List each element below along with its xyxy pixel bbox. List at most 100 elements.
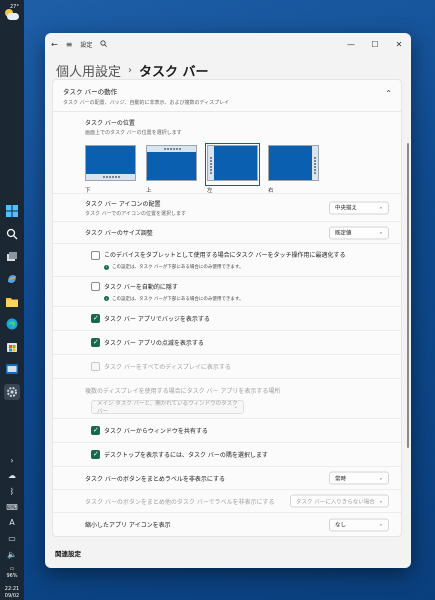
- icon-alignment-dropdown[interactable]: 中央揃え ⌄: [329, 201, 389, 214]
- flashing-checkbox[interactable]: [91, 338, 100, 347]
- icon-alignment-value: 中央揃え: [335, 205, 358, 212]
- badges-row: タスク バー アプリでバッジを表示する: [53, 307, 401, 331]
- start-button[interactable]: [4, 204, 20, 220]
- edge-icon[interactable]: [4, 316, 20, 332]
- autohide-info-text: この設定は、タスク バーが下部にある場合にのみ使用できます。: [112, 296, 244, 302]
- chevron-down-icon: ⌄: [233, 404, 238, 410]
- keyboard-icon[interactable]: ⌨: [5, 501, 19, 513]
- chevron-up-icon[interactable]: ›: [5, 454, 19, 466]
- file-explorer-icon[interactable]: [4, 294, 20, 310]
- taskbar-position-row: タスク バーの位置 画面上でのタスク バーの位置を選択します 下 上 左 右: [53, 112, 401, 194]
- flashing-label[interactable]: タスク バー アプリの点滅を表示する: [91, 338, 391, 347]
- chevron-up-icon[interactable]: ⌃: [385, 89, 392, 98]
- position-option-top[interactable]: 上: [146, 145, 197, 194]
- multi-display-label: 複数のディスプレイを使用する場合にタスク バー アプリを表示する場所: [85, 388, 281, 395]
- vertical-scrollbar[interactable]: [407, 143, 409, 448]
- badges-label[interactable]: タスク バー アプリでバッジを表示する: [91, 314, 391, 323]
- cloud-icon: [7, 13, 19, 20]
- settings-icon[interactable]: [4, 384, 20, 400]
- icon-alignment-row: タスク バー アイコンの配置 タスク バーでのアイコンの位置を選択します 中央揃…: [53, 194, 401, 222]
- ime-icon[interactable]: A: [5, 517, 19, 529]
- taskbar-size-value: 既定値: [335, 230, 352, 237]
- tablet-optimize-info-text: この設定は、タスク バーが下部にある場合にのみ使用できます。: [112, 265, 244, 270]
- all-displays-label[interactable]: タスク バーをすべてのディスプレイに表示する: [91, 362, 391, 371]
- share-window-label[interactable]: タスク バーからウィンドウを共有する: [91, 426, 391, 435]
- chevron-down-icon: ⌄: [378, 229, 383, 236]
- combine-buttons-row: タスク バーのボタンをまとめラベルを非表示にする 常時 ⌄: [53, 467, 401, 490]
- share-window-checkbox[interactable]: [91, 426, 100, 435]
- badges-checkbox[interactable]: [91, 314, 100, 323]
- all-displays-checkbox[interactable]: [91, 362, 100, 371]
- chevron-down-icon: ⌄: [378, 475, 383, 481]
- taskbar-size-row: タスク バーのサイズ調整 既定値 ⌄: [53, 222, 401, 244]
- position-option-bottom[interactable]: 下: [85, 145, 136, 194]
- settings-window: ← ≡ 設定 — ☐ ✕ 個人用設定 › タスク バー タスク バーの動作 タス…: [45, 33, 411, 568]
- desktop-corner-label[interactable]: デスクトップを表示するには、タスク バーの隅を選択します: [91, 450, 391, 459]
- search-icon[interactable]: [100, 39, 108, 49]
- search-icon[interactable]: [4, 226, 20, 242]
- multi-display-row: 複数のディスプレイを使用する場合にタスク バー アプリを表示する場所 メイン タ…: [53, 379, 401, 419]
- combine-buttons-dropdown[interactable]: 常時 ⌄: [329, 471, 389, 485]
- menu-icon[interactable]: ≡: [66, 40, 73, 49]
- breadcrumb-separator: ›: [128, 65, 133, 76]
- battery-indicator[interactable]: ▭ 96%: [6, 566, 17, 580]
- combine-other-row: タスク バーのボタンをまとめ他のタスク バーでラベルを非表示にする タスク バー…: [53, 490, 401, 513]
- position-label-right: 右: [268, 188, 274, 194]
- taskbar-size-dropdown[interactable]: 既定値 ⌄: [329, 226, 389, 239]
- small-icons-row: 縮小したアプリ アイコンを表示 なし ⌄: [53, 513, 401, 536]
- cloud-sync-icon[interactable]: ☁: [5, 470, 19, 482]
- desktop-corner-checkbox[interactable]: [91, 450, 100, 459]
- tablet-optimize-checkbox[interactable]: [91, 251, 100, 260]
- position-option-left[interactable]: 左: [205, 143, 260, 194]
- weather-widget[interactable]: 27°: [2, 4, 22, 25]
- position-label-bottom: 下: [85, 188, 91, 194]
- multi-display-value: メイン タスク バーと、開かれているウィンドウのタスク バー: [97, 401, 238, 415]
- info-icon: i: [104, 264, 109, 270]
- weather-temp: 27°: [10, 4, 19, 10]
- tablet-optimize-row: このデバイスをタブレットとして使用する場合にタスク バーをタッチ操作用に最適化す…: [53, 244, 401, 277]
- clock[interactable]: 22:21 09/02: [5, 586, 19, 600]
- breadcrumb-parent[interactable]: 個人用設定: [56, 61, 121, 80]
- desktop-corner-row: デスクトップを表示するには、タスク バーの隅を選択します: [53, 443, 401, 467]
- autohide-checkbox[interactable]: [91, 282, 100, 291]
- minimize-button[interactable]: —: [339, 33, 363, 55]
- small-icons-dropdown[interactable]: なし ⌄: [329, 518, 389, 531]
- outlook-icon[interactable]: [4, 362, 20, 378]
- window-title: 設定: [80, 41, 93, 49]
- bluetooth-icon[interactable]: ᛒ: [5, 486, 19, 498]
- autohide-info: i この設定は、タスク バーが下部にある場合にのみ使用できます。: [91, 296, 391, 302]
- tablet-optimize-info: i この設定は、タスク バーが下部にある場合にのみ使用できます。: [91, 264, 391, 270]
- autohide-row: タスク バーを自動的に隠す i この設定は、タスク バーが下部にある場合にのみ使…: [53, 277, 401, 307]
- volume-icon[interactable]: 🔈: [5, 548, 19, 560]
- chevron-down-icon: ⌄: [378, 521, 383, 528]
- store-icon[interactable]: [4, 339, 20, 355]
- clock-time: 22:21: [4, 585, 20, 592]
- back-arrow-icon[interactable]: ←: [51, 40, 58, 49]
- combine-buttons-value: 常時: [335, 476, 347, 482]
- flashing-row: タスク バー アプリの点滅を表示する: [53, 331, 401, 355]
- task-view-icon[interactable]: [4, 249, 20, 265]
- network-icon[interactable]: ▭: [5, 533, 19, 545]
- position-label-left: 左: [207, 188, 213, 194]
- taskbar-behaviors-header[interactable]: タスク バーの動作 タスク バーの配置、バッジ、自動的に非表示、および複数のディ…: [53, 80, 401, 112]
- page-title: タスク バー: [139, 65, 209, 80]
- related-settings-heading: 関連設定: [55, 550, 81, 558]
- title-bar: ← ≡ 設定 — ☐ ✕: [45, 33, 411, 55]
- close-button[interactable]: ✕: [387, 33, 411, 55]
- share-window-row: タスク バーからウィンドウを共有する: [53, 419, 401, 443]
- small-icons-value: なし: [335, 522, 347, 529]
- info-icon: i: [104, 296, 109, 301]
- autohide-label[interactable]: タスク バーを自動的に隠す: [91, 282, 391, 291]
- taskbar-position-sub: 画面上でのタスク バーの位置を選択します: [85, 130, 182, 136]
- combine-other-dropdown[interactable]: タスク バーに入りきらない場合 ⌄: [290, 494, 389, 508]
- copilot-icon[interactable]: [4, 271, 20, 287]
- clock-date: 09/02: [4, 592, 20, 599]
- chevron-down-icon: ⌄: [378, 498, 383, 504]
- maximize-button[interactable]: ☐: [363, 33, 387, 55]
- position-option-right[interactable]: 右: [268, 145, 319, 194]
- all-displays-row: タスク バーをすべてのディスプレイに表示する: [53, 355, 401, 379]
- section-title: タスク バーの動作: [63, 88, 118, 96]
- battery-percent: 96%: [6, 572, 18, 579]
- tablet-optimize-label[interactable]: このデバイスをタブレットとして使用する場合にタスク バーをタッチ操作用に最適化す…: [91, 250, 391, 259]
- multi-display-dropdown[interactable]: メイン タスク バーと、開かれているウィンドウのタスク バー ⌄: [91, 400, 244, 415]
